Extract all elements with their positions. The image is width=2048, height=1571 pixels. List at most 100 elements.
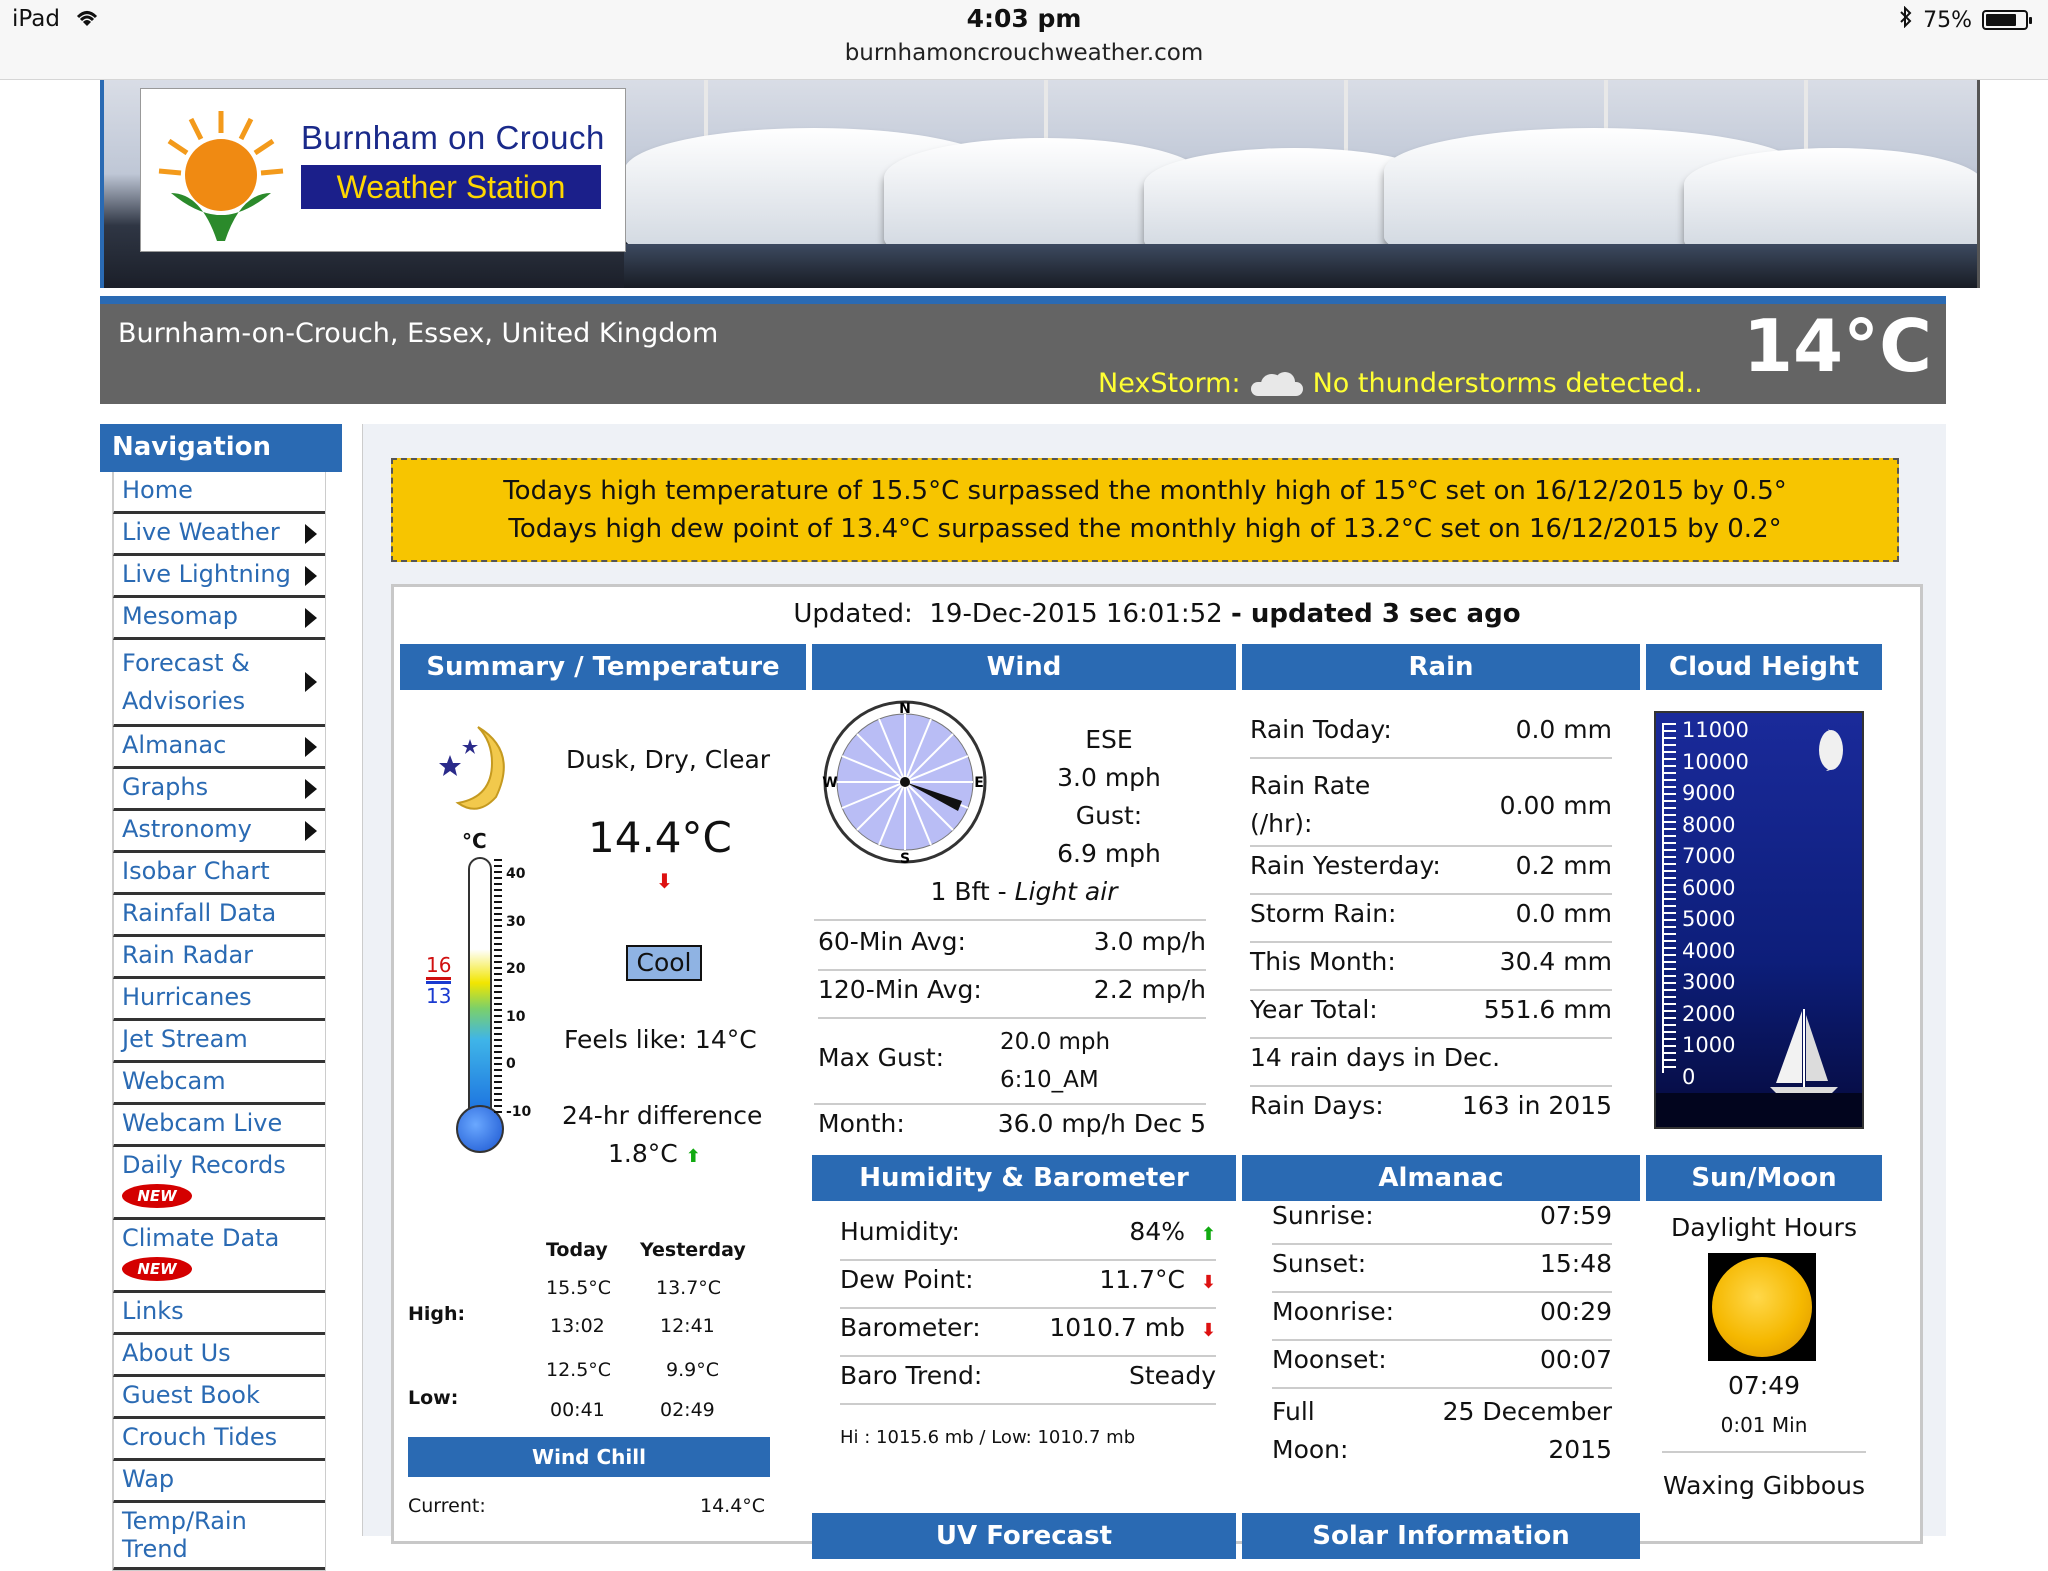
nav-item-forecast[interactable]: Forecast & Advisories — [113, 640, 325, 727]
nav-item-graphs[interactable]: Graphs — [113, 769, 325, 811]
beaufort: 1 Bft - Light air — [812, 877, 1236, 906]
web-page: Burnham on Crouch Weather Station Burnha… — [100, 80, 1980, 1571]
new-badge: NEW — [122, 1184, 192, 1208]
thermo-tube — [468, 857, 492, 1119]
cloud-scale-labels: 11000 10000 9000 8000 7000 6000 5000 400… — [1682, 715, 1749, 1093]
battery-icon — [1982, 10, 2032, 30]
nav-item-label: Links — [122, 1297, 184, 1325]
row-value: 36.0 mp/h Dec 5 — [997, 1109, 1206, 1138]
nav-item-label: Live Lightning — [122, 560, 291, 588]
row-label: Moonset: — [1272, 1345, 1387, 1374]
nav-item-crouch-tides[interactable]: Crouch Tides — [113, 1419, 325, 1461]
nav-item-isobar-chart[interactable]: Isobar Chart — [113, 853, 325, 895]
address-bar-url[interactable]: burnhamoncrouchweather.com — [0, 40, 2048, 66]
alert-line-2: Todays high dew point of 13.4°C surpasse… — [508, 514, 1782, 544]
daylight-label: Daylight Hours — [1671, 1213, 1857, 1242]
baro-hi-low: Hi : 1015.6 mb / Low: 1010.7 mb — [840, 1427, 1136, 1448]
wind-chill-current-value: 14.4°C — [700, 1495, 766, 1517]
submenu-arrow-icon — [305, 607, 317, 628]
thermo-scale: 40 30 20 10 0 -10 — [506, 851, 531, 1137]
nav-item-climate-data[interactable]: Climate Data NEW — [113, 1220, 325, 1293]
thermo-tick-label: 30 — [506, 913, 526, 930]
almanac-heading: Almanac — [1242, 1155, 1640, 1201]
nav-item-live-lightning[interactable]: Live Lightning — [113, 556, 325, 598]
rain-yesterday-row: Rain Yesterday: 0.2 mm — [1250, 851, 1612, 895]
comfort-badge: Cool — [626, 945, 702, 981]
moon-night-icon — [439, 726, 505, 810]
diff-value-text: 1.8°C — [608, 1139, 678, 1168]
row-label: Rain Days: — [1250, 1091, 1384, 1120]
weather-dashboard: Updated: 19-Dec-2015 16:01:52 - updated … — [391, 584, 1923, 1559]
rain-year-row: Year Total: 551.6 mm — [1250, 995, 1612, 1039]
full-moon-label-1: Full — [1272, 1397, 1315, 1426]
nav-item-guest-book[interactable]: Guest Book — [113, 1377, 325, 1419]
nav-item-wap[interactable]: Wap — [113, 1461, 325, 1503]
nav-item-daily-records[interactable]: Daily Records NEW — [113, 1147, 325, 1220]
nav-item-links[interactable]: Links — [113, 1293, 325, 1335]
falling-icon: ⬇ — [1200, 1320, 1216, 1341]
diff-rising-icon: ⬆ — [685, 1146, 701, 1167]
nav-item-live-weather[interactable]: Live Weather — [113, 514, 325, 556]
nav-item-label: Wap — [122, 1465, 175, 1493]
nav-item-temp-rain-trend[interactable]: Temp/Rain Trend — [113, 1503, 325, 1570]
sunrise-row: Sunrise: 07:59 — [1272, 1201, 1612, 1245]
dew-value: 11.7°C — [1099, 1265, 1185, 1294]
rain-month-row: This Month: 30.4 mm — [1250, 947, 1612, 991]
thermo-tick-label: 10 — [506, 1008, 526, 1025]
alert-line-1: Todays high temperature of 15.5°C surpas… — [503, 476, 1787, 506]
humidity-value: 84% — [1129, 1217, 1185, 1246]
nav-item-jet-stream[interactable]: Jet Stream — [113, 1021, 325, 1063]
low-row-label: Low: — [408, 1387, 459, 1409]
humidity-heading: Humidity & Barometer — [812, 1155, 1236, 1201]
rising-icon: ⬆ — [1200, 1224, 1216, 1245]
nav-item-label: Live Weather — [122, 518, 280, 546]
harbor-photo — [624, 80, 1977, 288]
nav-item-rainfall-data[interactable]: Rainfall Data — [113, 895, 325, 937]
row-value: Steady — [1128, 1361, 1216, 1390]
temp-falling-icon: ⬇ — [656, 869, 673, 893]
nav-item-about-us[interactable]: About Us — [113, 1335, 325, 1377]
full-moon-label-2: Moon: — [1272, 1435, 1349, 1464]
nav-item-webcam-live[interactable]: Webcam Live — [113, 1105, 325, 1147]
max-gust: 20.0 mph 6:10_AM — [1000, 1023, 1110, 1099]
row-label: This Month: — [1250, 947, 1396, 976]
cloud-tick-label: 11000 — [1682, 718, 1749, 742]
diff-value: 1.8°C ⬆ — [608, 1139, 701, 1168]
nav-item-webcam[interactable]: Webcam — [113, 1063, 325, 1105]
low-yesterday-time: 02:49 — [660, 1399, 715, 1421]
row-label: Sunrise: — [1272, 1201, 1374, 1230]
main-content: Todays high temperature of 15.5°C surpas… — [362, 424, 1946, 1559]
nav-item-label: Webcam Live — [122, 1109, 283, 1137]
sun-moon-heading: Sun/Moon — [1646, 1155, 1882, 1201]
submenu-arrow-icon — [305, 523, 317, 544]
max-gust-label: Max Gust: — [818, 1043, 945, 1072]
site-logo[interactable]: Burnham on Crouch Weather Station — [140, 88, 626, 252]
yesterday-col-header: Yesterday — [640, 1239, 746, 1261]
max-gust-value: 20.0 mph — [1000, 1029, 1111, 1055]
nav-item-home[interactable]: Home — [113, 472, 325, 514]
daylight-change: 0:01 Min — [1720, 1413, 1808, 1437]
nav-item-hurricanes[interactable]: Hurricanes — [113, 979, 325, 1021]
nav-item-mesomap[interactable]: Mesomap — [113, 598, 325, 640]
wind-gust-label: Gust: — [1075, 801, 1143, 830]
nav-item-astronomy[interactable]: Astronomy — [113, 811, 325, 853]
thermo-high-marker: 16 — [426, 953, 452, 980]
navigation-panel: Navigation Home Live Weather Live Lightn… — [100, 424, 342, 1571]
wind-compass-rose: N E S W — [822, 700, 987, 867]
bluetooth-icon — [1899, 5, 1913, 34]
baro-value: 1010.7 mb — [1049, 1313, 1185, 1342]
row-label: Full Moon: — [1272, 1393, 1348, 1473]
nav-item-almanac[interactable]: Almanac — [113, 727, 325, 769]
wind-chill-heading: Wind Chill — [408, 1437, 770, 1477]
record-alert-box: Todays high temperature of 15.5°C surpas… — [391, 458, 1899, 562]
submenu-arrow-icon — [305, 736, 317, 757]
row-label: Baro Trend: — [840, 1361, 983, 1390]
wind-gust: 6.9 mph — [1057, 839, 1161, 868]
nav-item-rain-radar[interactable]: Rain Radar — [113, 937, 325, 979]
battery-percent: 75% — [1923, 7, 1972, 33]
ios-status-bar: iPad 4:03 pm burnhamoncrouchweather.com … — [0, 0, 2048, 80]
sunset-row: Sunset: 15:48 — [1272, 1249, 1612, 1293]
nav-item-label: Mesomap — [122, 602, 238, 630]
low-today-time: 00:41 — [550, 1399, 605, 1421]
row-label: Month: — [818, 1109, 905, 1138]
